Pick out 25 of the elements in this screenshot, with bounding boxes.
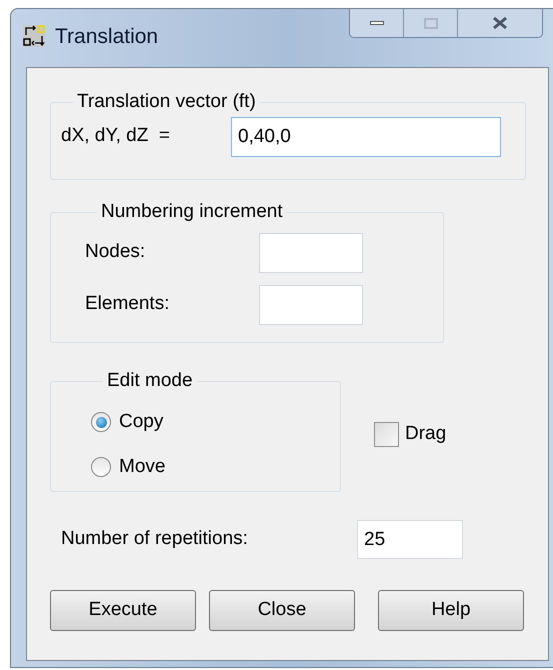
- close-button[interactable]: [458, 9, 542, 37]
- radio-label: Move: [119, 454, 166, 479]
- group-title: Numbering increment: [100, 200, 284, 224]
- radio-label: Copy: [119, 410, 164, 434]
- dialog-button[interactable]: Close: [209, 590, 355, 631]
- group-title: Translation vector (ft): [76, 90, 257, 114]
- field-label: Elements:: [85, 292, 170, 316]
- drag-checkbox[interactable]: [374, 422, 399, 447]
- minimize-button[interactable]: [350, 9, 404, 37]
- repetitions-field[interactable]: 25: [357, 520, 463, 559]
- vector-field[interactable]: 0,40,0: [231, 116, 501, 156]
- vector-label: dX, dY, dZ =: [61, 124, 171, 148]
- group-title: Edit mode: [106, 369, 194, 393]
- repetitions-label: Number of repetitions:: [61, 527, 249, 552]
- radio-button[interactable]: [91, 412, 111, 432]
- increment-field[interactable]: [259, 284, 363, 324]
- move-arrows-icon: [23, 25, 45, 47]
- increment-field[interactable]: [259, 232, 363, 272]
- radio-button[interactable]: [91, 457, 111, 477]
- dialog-button[interactable]: Help: [378, 590, 524, 631]
- close-icon: [491, 16, 509, 30]
- field-label: Nodes:: [85, 240, 146, 264]
- checkbox-label: Drag: [405, 422, 446, 446]
- dialog-button[interactable]: Execute: [50, 590, 196, 631]
- window-title: Translation: [55, 25, 158, 49]
